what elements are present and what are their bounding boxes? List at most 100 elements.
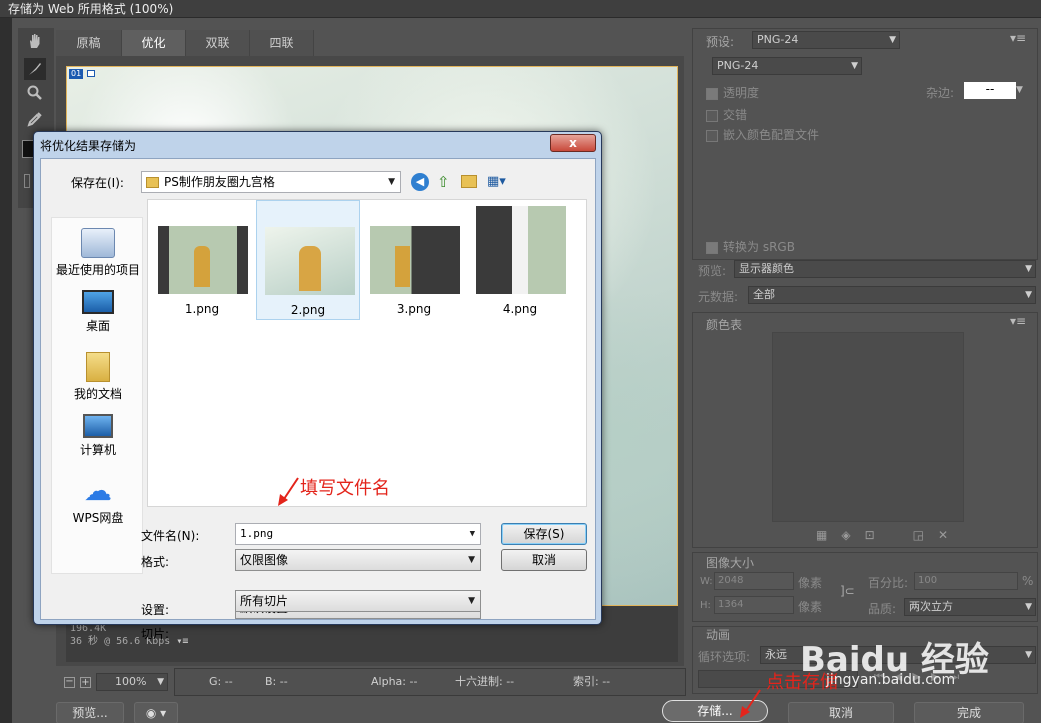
- toggle-slices-icon[interactable]: [24, 174, 30, 188]
- slices-select[interactable]: 所有切片 ▼: [235, 590, 481, 612]
- image-size-title: 图像大小: [706, 556, 755, 570]
- preset-menu-icon[interactable]: ▾≡: [1010, 31, 1026, 45]
- format-select[interactable]: PNG-24 ▼: [712, 57, 862, 75]
- annotation-fill-name: 填写文件名: [300, 478, 390, 499]
- width-label: W:: [700, 576, 713, 587]
- place-desktop[interactable]: 桌面: [52, 290, 144, 334]
- matte-value[interactable]: --: [964, 82, 1016, 99]
- place-computer[interactable]: 计算机: [52, 414, 144, 458]
- metadata-select[interactable]: 全部 ▼: [748, 286, 1036, 304]
- slice-image-icon: [87, 70, 95, 77]
- preview-mode-label: 预览:: [698, 264, 727, 278]
- color-readout: G: -- B: -- Alpha: -- 十六进制: -- 索引: --: [174, 668, 686, 696]
- tab-2up[interactable]: 双联: [186, 30, 250, 56]
- lock-color-icon[interactable]: ⊡: [865, 528, 889, 542]
- preview-mode-select[interactable]: 显示器颜色 ▼: [734, 260, 1036, 278]
- filename-input[interactable]: 1.png ▼: [235, 523, 481, 545]
- file-name: 2.png: [290, 303, 326, 317]
- file-name: 4.png: [502, 302, 538, 316]
- hex-readout: 十六进制: --: [455, 675, 515, 688]
- format-select[interactable]: 仅限图像 ▼: [235, 549, 481, 571]
- back-icon[interactable]: ◀: [411, 173, 429, 191]
- preset-select[interactable]: PNG-24 ▼: [752, 31, 900, 49]
- preview-button[interactable]: 预览...: [56, 702, 124, 723]
- color-table-menu-icon[interactable]: ▾≡: [1010, 314, 1026, 328]
- color-table-title: 颜色表: [706, 318, 743, 332]
- done-button[interactable]: 完成: [914, 702, 1024, 723]
- width-unit: 像素: [798, 576, 823, 590]
- up-folder-icon[interactable]: ⇧: [437, 173, 455, 191]
- height-unit: 像素: [798, 600, 823, 614]
- new-folder-icon[interactable]: [461, 175, 477, 188]
- browser-select[interactable]: ◉ ▾: [134, 702, 178, 723]
- file-item[interactable]: 2.png: [256, 200, 360, 320]
- zoom-tool-icon[interactable]: [24, 82, 46, 104]
- file-name: 1.png: [184, 302, 220, 316]
- color-table-grid[interactable]: [772, 332, 964, 522]
- documents-icon: [86, 352, 110, 382]
- interlaced-checkbox[interactable]: [706, 109, 718, 122]
- quality-select[interactable]: 两次立方 ▼: [904, 598, 1036, 616]
- file-thumbnail: [265, 227, 355, 295]
- b-readout: B: --: [265, 675, 288, 688]
- filename-label: 文件名(N):: [141, 529, 200, 543]
- convert-srgb-checkbox[interactable]: [706, 241, 718, 254]
- cancel-button[interactable]: 取消: [788, 702, 894, 723]
- hand-tool-icon[interactable]: [24, 30, 46, 52]
- slices-label: 切片:: [141, 627, 170, 641]
- eyedropper-tool-icon[interactable]: [24, 108, 46, 130]
- settings-panel: 预设: PNG-24 ▼ ▾≡ PNG-24 ▼ 透明度 杂边: -- ▼ 交错 嵌…: [688, 28, 1041, 698]
- dialog-title: 将优化结果存储为: [40, 139, 137, 153]
- bottom-bar: 预览... ◉ ▾ 存储... 取消 完成: [56, 700, 1036, 723]
- transparency-option[interactable]: 透明度: [706, 84, 759, 101]
- watermark-url: jingyan.baidu.com: [826, 672, 956, 688]
- recent-items-icon: [81, 228, 115, 258]
- file-item[interactable]: 1.png: [150, 200, 254, 320]
- new-color-icon[interactable]: ◲: [913, 528, 938, 542]
- web-shift-icon[interactable]: ◈: [841, 528, 864, 542]
- desktop-icon: [82, 290, 114, 314]
- zoom-in-button[interactable]: +: [80, 677, 91, 688]
- folder-icon: [146, 177, 159, 188]
- link-icon[interactable]: ]⊂: [840, 584, 855, 598]
- embed-profile-checkbox[interactable]: [706, 129, 718, 142]
- view-tabs: 原稿 优化 双联 四联: [56, 30, 686, 56]
- embed-profile-option[interactable]: 嵌入颜色配置文件: [706, 126, 819, 143]
- interlaced-option[interactable]: 交错: [706, 106, 747, 123]
- left-edge: [0, 18, 12, 723]
- slice-select-tool-icon[interactable]: [24, 58, 46, 80]
- transparency-checkbox[interactable]: [706, 87, 718, 100]
- height-field[interactable]: 1364: [714, 596, 794, 614]
- dialog-cancel-button[interactable]: 取消: [501, 549, 587, 571]
- dialog-close-button[interactable]: x: [550, 134, 596, 152]
- dialog-body: 保存在(I): PS制作朋友圈九宫格 ▼ ◀ ⇧ ▦▾ 最近使用的项目 桌面 我的…: [40, 158, 596, 641]
- map-to-transparent-icon[interactable]: ▦: [816, 528, 841, 542]
- tab-4up[interactable]: 四联: [250, 30, 314, 56]
- save-dialog: 将优化结果存储为 x 保存在(I): PS制作朋友圈九宫格 ▼ ◀ ⇧ ▦▾ 最近…: [33, 131, 602, 641]
- place-wps-cloud[interactable]: ☁ WPS网盘: [52, 476, 144, 526]
- width-field[interactable]: 2048: [714, 572, 794, 590]
- percent-field[interactable]: 100: [914, 572, 1018, 590]
- dialog-save-button[interactable]: 保存(S): [501, 523, 587, 545]
- matte-dropdown-icon[interactable]: ▼: [1016, 82, 1023, 99]
- slice-number-badge: 01: [69, 69, 84, 79]
- file-list[interactable]: 1.png 2.png 3.png 4.png: [147, 199, 587, 507]
- view-menu-icon[interactable]: ▦▾: [487, 173, 513, 191]
- place-documents[interactable]: 我的文档: [52, 352, 144, 402]
- height-label: H:: [700, 600, 711, 611]
- zoom-select[interactable]: 100% ▼: [96, 673, 168, 691]
- tab-optimized[interactable]: 优化: [122, 30, 186, 56]
- delete-color-icon[interactable]: ✕: [938, 528, 962, 542]
- file-item[interactable]: 4.png: [468, 200, 572, 320]
- places-bar: 最近使用的项目 桌面 我的文档 计算机 ☁ WPS网盘: [51, 217, 143, 574]
- convert-srgb-option[interactable]: 转换为 sRGB: [706, 238, 795, 255]
- index-readout: 索引: --: [573, 675, 611, 688]
- save-in-select[interactable]: PS制作朋友圈九宫格 ▼: [141, 171, 401, 193]
- file-item[interactable]: 3.png: [362, 200, 466, 320]
- tab-original[interactable]: 原稿: [56, 30, 122, 56]
- metadata-label: 元数据:: [698, 290, 739, 304]
- save-in-label: 保存在(I):: [71, 176, 124, 190]
- place-recent[interactable]: 最近使用的项目: [52, 228, 144, 278]
- info-menu-icon[interactable]: ▾≡: [176, 636, 188, 647]
- zoom-out-button[interactable]: −: [64, 677, 75, 688]
